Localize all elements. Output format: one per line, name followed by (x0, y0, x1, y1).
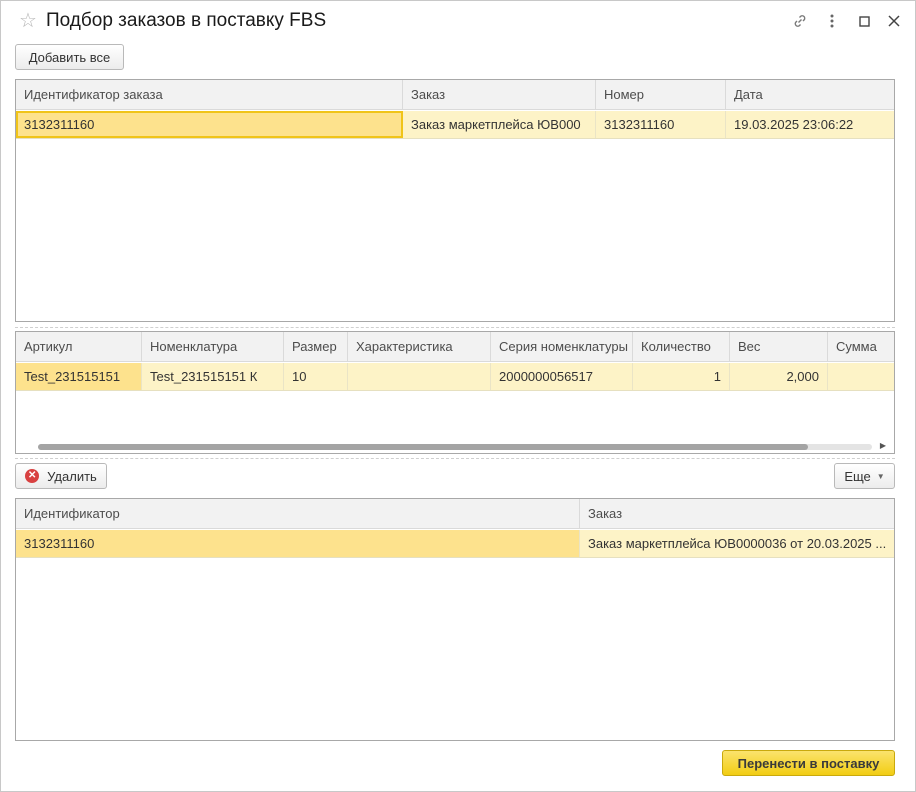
column-header[interactable]: Идентификатор (16, 499, 580, 529)
order-cell[interactable]: Заказ маркетплейса ЮВ0000036 от 20.03.20… (580, 530, 894, 557)
table-row[interactable]: Test_231515151 Test_231515151 К 10 20000… (16, 363, 894, 391)
delete-button[interactable]: ✕ Удалить (15, 463, 107, 489)
close-icon[interactable] (884, 11, 904, 31)
items-table[interactable]: Артикул Номенклатура Размер Характеристи… (15, 331, 895, 454)
maximize-icon[interactable] (854, 11, 874, 31)
column-header[interactable]: Дата (726, 80, 894, 110)
chevron-down-icon: ▼ (876, 471, 885, 481)
scroll-right-icon[interactable]: ▶ (878, 441, 888, 451)
column-header[interactable]: Номер (596, 80, 726, 110)
number-cell[interactable]: 3132311160 (596, 111, 726, 138)
weight-cell[interactable]: 2,000 (730, 363, 828, 390)
column-header[interactable]: Заказ (580, 499, 894, 529)
selected-orders-table[interactable]: Идентификатор Заказ 3132311160 Заказ мар… (15, 498, 895, 741)
column-header[interactable]: Количество (633, 332, 730, 362)
characteristic-cell[interactable] (348, 363, 491, 390)
column-header[interactable]: Размер (284, 332, 348, 362)
order-cell[interactable]: Заказ маркетплейса ЮВ000 (403, 111, 596, 138)
page-title: Подбор заказов в поставку FBS (46, 10, 327, 31)
column-header[interactable]: Артикул (16, 332, 142, 362)
transfer-to-supply-button[interactable]: Перенести в поставку (722, 750, 895, 776)
size-cell[interactable]: 10 (284, 363, 348, 390)
star-icon[interactable]: ☆ (17, 10, 39, 32)
horizontal-scrollbar[interactable]: ▶ (16, 439, 894, 453)
splitter[interactable] (15, 458, 895, 459)
column-header[interactable]: Идентификатор заказа (16, 80, 403, 110)
orders-table-header: Идентификатор заказа Заказ Номер Дата (16, 80, 894, 110)
dialog-window: ☆ Подбор заказов в поставку FBS Добавить… (0, 0, 916, 792)
delete-button-label: Удалить (47, 468, 97, 484)
more-vert-icon[interactable] (822, 11, 842, 31)
column-header[interactable]: Вес (730, 332, 828, 362)
date-cell[interactable]: 19.03.2025 23:06:22 (726, 111, 894, 138)
series-cell[interactable]: 2000000056517 (491, 363, 633, 390)
column-header[interactable]: Сумма (828, 332, 894, 362)
link-icon[interactable] (790, 11, 810, 31)
delete-icon: ✕ (25, 469, 40, 483)
sum-cell[interactable] (828, 363, 894, 390)
table-row[interactable]: 3132311160 Заказ маркетплейса ЮВ0000036 … (16, 530, 894, 558)
orders-table[interactable]: Идентификатор заказа Заказ Номер Дата 31… (15, 79, 895, 322)
quantity-cell[interactable]: 1 (633, 363, 730, 390)
column-header[interactable]: Серия номенклатуры (491, 332, 633, 362)
more-button[interactable]: Еще ▼ (834, 463, 895, 489)
scrollbar-thumb[interactable] (38, 444, 808, 450)
items-table-header: Артикул Номенклатура Размер Характеристи… (16, 332, 894, 362)
order-id-cell[interactable]: 3132311160 (16, 111, 403, 138)
article-cell[interactable]: Test_231515151 (16, 363, 142, 390)
selected-table-header: Идентификатор Заказ (16, 499, 894, 529)
column-header[interactable]: Характеристика (348, 332, 491, 362)
scrollbar-track[interactable] (38, 444, 872, 450)
table-row[interactable]: 3132311160 Заказ маркетплейса ЮВ000 3132… (16, 111, 894, 139)
column-header[interactable]: Номенклатура (142, 332, 284, 362)
more-button-label: Еще (844, 468, 871, 484)
nomenclature-cell[interactable]: Test_231515151 К (142, 363, 284, 390)
column-header[interactable]: Заказ (403, 80, 596, 110)
add-all-button[interactable]: Добавить все (15, 44, 124, 70)
identifier-cell[interactable]: 3132311160 (16, 530, 580, 557)
splitter[interactable] (15, 327, 895, 328)
